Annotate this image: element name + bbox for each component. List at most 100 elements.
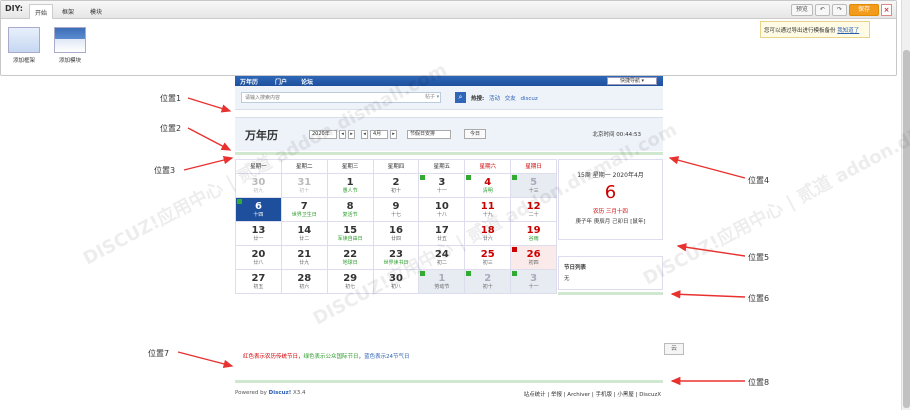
calendar-day-cell[interactable]: 3 十一 (419, 174, 466, 198)
holiday-badge-icon (420, 271, 426, 276)
calendar-day-cell[interactable]: 1 愚人节 (327, 174, 374, 198)
frame-divider (235, 152, 663, 155)
calendar-day-cell[interactable]: 7 世界卫生日 (281, 198, 328, 222)
scroll-thumb[interactable] (903, 50, 910, 408)
day-number: 1 (346, 177, 354, 188)
month-prev-icon[interactable]: ◂ (361, 130, 368, 139)
weekday-label: 星期日 (511, 160, 558, 174)
calendar-day-cell[interactable]: 30 初九 (236, 174, 282, 198)
footer-brand[interactable]: Discuz! (269, 390, 292, 396)
month-next-icon[interactable]: ▸ (390, 130, 397, 139)
lunar-label: 清明 (482, 188, 493, 194)
nav-item-portal[interactable]: 门户 (275, 77, 287, 86)
calendar-day-cell[interactable]: 1 劳动节 (419, 270, 466, 294)
day-number: 3 (438, 177, 446, 188)
calendar-day-cell[interactable]: 29 初七 (327, 270, 374, 294)
calendar-day-cell[interactable]: 17 廿五 (419, 222, 466, 246)
legend-green: 绿色表示公众国际节日 (303, 354, 359, 360)
year-select[interactable]: 2020年 (309, 130, 337, 139)
lunar-label: 初十 (299, 188, 310, 194)
calendar-day-cell[interactable]: 12 二十 (511, 198, 558, 222)
calendar-rows: 30 初九 31 初十 1 愚人节 2 初十 3 十一 4 清明 5 十三 6 十四 7 世界卫生日 8 复活节 9 十七… (236, 174, 558, 294)
lunar-label: 世界卫生日 (291, 212, 317, 218)
position-label: 位置2 (160, 124, 182, 133)
position-label: 位置6 (748, 294, 770, 303)
hot-label: 热搜: (471, 96, 485, 102)
year-prev-icon[interactable]: ◂ (339, 130, 346, 139)
calendar-day-cell[interactable]: 2 初十 (465, 270, 512, 294)
lunar-label: 初七 (345, 284, 356, 290)
nav-item-forum[interactable]: 论坛 (301, 77, 313, 86)
hot-link[interactable]: discuz (520, 96, 537, 102)
calendar-day-cell[interactable]: 14 廿二 (281, 222, 328, 246)
diy-toolbar: DIY: 开始 框架 模块 预览 ↶ ↷ 保存 × (1, 1, 896, 19)
day-number: 19 (526, 225, 541, 236)
position-label: 位置5 (748, 253, 770, 262)
calendar-day-cell[interactable]: 28 初六 (281, 270, 328, 294)
day-number: 25 (480, 249, 495, 260)
year-next-icon[interactable]: ▸ (348, 130, 355, 139)
calendar-day-cell[interactable]: 2 初十 (373, 174, 420, 198)
calendar-day-cell[interactable]: 25 初三 (465, 246, 512, 270)
scrollbar[interactable] (901, 0, 910, 410)
hot-link[interactable]: 活动 (489, 96, 500, 102)
calendar-day-cell[interactable]: 4 清明 (465, 174, 512, 198)
calendar-day-cell[interactable]: 26 初四 (511, 246, 558, 270)
day-number: 15 (343, 225, 358, 236)
tip-dismiss-link[interactable]: 我知道了 (837, 28, 859, 34)
calendar-day-cell[interactable]: 27 初五 (236, 270, 282, 294)
holiday-badge-icon (237, 199, 242, 204)
calendar-day-cell[interactable]: 16 廿四 (373, 222, 420, 246)
calendar-day-cell[interactable]: 5 十三 (511, 174, 558, 198)
tab-frame[interactable]: 框架 (57, 4, 79, 19)
calendar-day-cell[interactable]: 8 复活节 (327, 198, 374, 222)
lunar-label: 初三 (482, 260, 493, 266)
small-button[interactable]: 云 (664, 343, 684, 355)
preview-button[interactable]: 预览 (790, 4, 813, 16)
footer-powered: Powered by Discuz! X3.4 (235, 390, 306, 396)
save-button[interactable]: 保存 (848, 4, 879, 16)
calendar-day-cell[interactable]: 20 廿八 (236, 246, 282, 270)
festival-title: 节日列表 (564, 265, 587, 271)
calendar-day-cell[interactable]: 6 十四 (236, 198, 282, 222)
search-button[interactable]: ⌕ (455, 92, 466, 103)
day-number: 17 (434, 225, 449, 236)
day-number: 28 (297, 273, 312, 284)
frame-divider (558, 292, 663, 295)
nav-item-calendar[interactable]: 万年历 (240, 77, 258, 86)
calendar-day-cell[interactable]: 11 十九 (465, 198, 512, 222)
calendar-day-cell[interactable]: 21 廿九 (281, 246, 328, 270)
calendar-day-cell[interactable]: 19 谷雨 (511, 222, 558, 246)
calendar-day-cell[interactable]: 10 十八 (419, 198, 466, 222)
lunar-label: 十七 (391, 212, 402, 218)
today-button[interactable]: 今日 (464, 129, 486, 139)
lunar-label: 廿六 (482, 236, 493, 242)
calendar-day-cell[interactable]: 24 初二 (419, 246, 466, 270)
calendar-day-cell[interactable]: 13 廿一 (236, 222, 282, 246)
calendar-day-cell[interactable]: 23 世界读书日 (373, 246, 420, 270)
footer-links[interactable]: 站点统计 | 举报 | Archiver | 手机版 | 小黑屋 | Discu… (524, 390, 661, 398)
hot-link[interactable]: 交友 (505, 96, 516, 102)
tab-module[interactable]: 模块 (85, 4, 107, 19)
lunar-label: 廿五 (436, 236, 447, 242)
add-module-button[interactable]: 添加模块 (53, 27, 87, 64)
undo-button[interactable]: ↶ (814, 4, 830, 16)
search-input[interactable] (241, 92, 441, 103)
calendar-day-cell[interactable]: 9 十七 (373, 198, 420, 222)
calendar-day-cell[interactable]: 22 地球日 (327, 246, 374, 270)
calendar-day-cell[interactable]: 31 初十 (281, 174, 328, 198)
tab-start[interactable]: 开始 (29, 4, 54, 19)
holiday-select[interactable]: 节假日安排 (407, 130, 451, 139)
calendar-day-cell[interactable]: 30 初八 (373, 270, 420, 294)
search-scope-select[interactable]: 帖子 ▾ (425, 93, 439, 100)
calendar-day-cell[interactable]: 3 十一 (511, 270, 558, 294)
calendar-day-cell[interactable]: 18 廿六 (465, 222, 512, 246)
calendar-day-cell[interactable]: 15 军读自由日 (327, 222, 374, 246)
redo-button[interactable]: ↷ (831, 4, 847, 16)
add-frame-button[interactable]: 添加框架 (7, 27, 41, 64)
close-button[interactable]: × (881, 4, 892, 16)
holiday-badge-icon (466, 271, 472, 276)
lunar-label: 十九 (482, 212, 493, 218)
month-select[interactable]: 4月 (370, 130, 388, 139)
quick-nav-select[interactable]: 快捷导航 ▾ (607, 77, 657, 85)
